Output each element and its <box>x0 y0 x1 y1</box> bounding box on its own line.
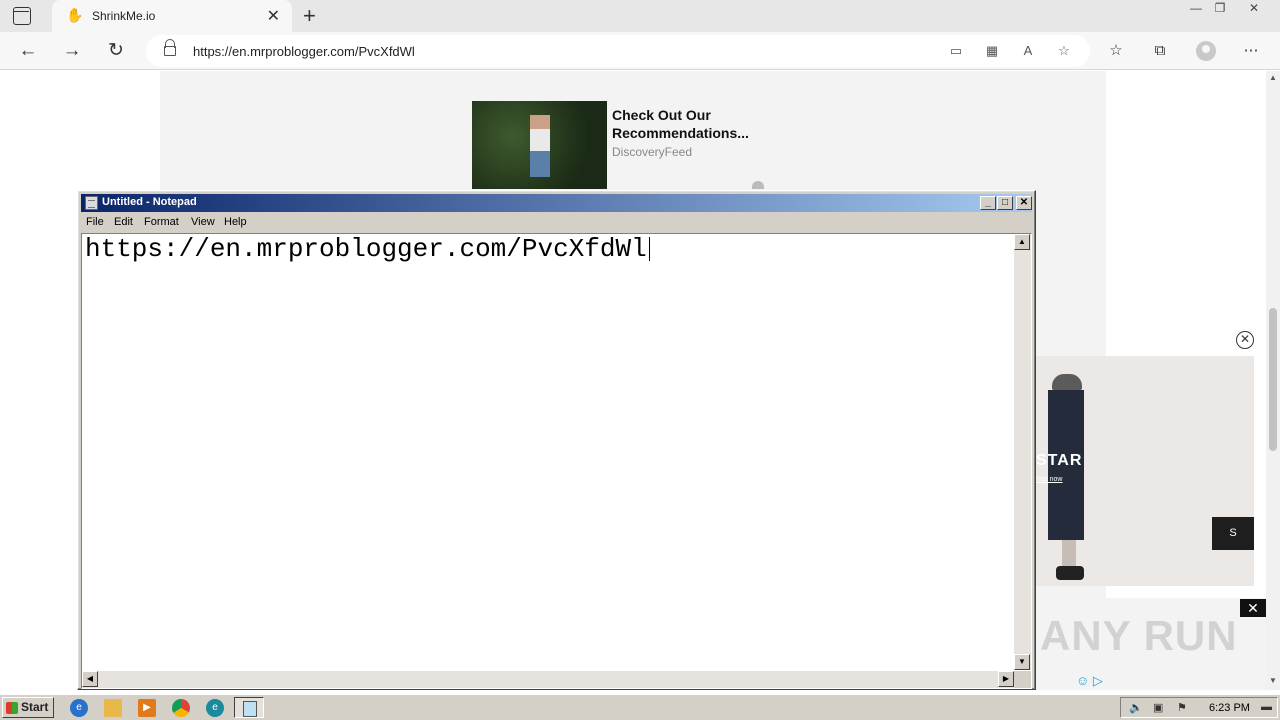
clock[interactable]: 6:23 PM <box>1209 702 1250 714</box>
notepad-scroll-up-icon[interactable]: ▲ <box>1014 234 1030 250</box>
ad-headline[interactable]: Check Out Our Recommendations... <box>612 106 782 142</box>
scroll-up-icon[interactable]: ▲ <box>1266 73 1280 85</box>
collections-icon[interactable]: ⧉ <box>1149 40 1171 62</box>
app-available-icon[interactable]: ▭ <box>946 41 966 61</box>
taskbar: Start e ▶ e 🔈 ▣ ⚑ 6:23 PM ▬ <box>0 694 1280 720</box>
notepad-close-button[interactable]: ✕ <box>1016 196 1032 210</box>
edge-icon[interactable]: e <box>206 699 224 717</box>
notepad-text-area[interactable]: https://en.mrproblogger.com/PvcXfdWl ▲ ▼… <box>81 233 1032 689</box>
start-button[interactable]: Start <box>2 697 54 718</box>
new-tab-button[interactable]: + <box>303 3 316 29</box>
refresh-icon[interactable]: ↻ <box>103 38 129 64</box>
notepad-horizontal-scrollbar[interactable]: ◀ ▶ <box>82 671 1014 688</box>
tab-strip: ✋ ShrinkMe.io ✕ + — ❐ ✕ <box>0 0 1280 32</box>
flag-icon[interactable]: ⚑ <box>1177 701 1187 714</box>
notepad-vertical-scrollbar[interactable]: ▲ ▼ <box>1014 234 1031 670</box>
address-url[interactable]: https://en.mrproblogger.com/PvcXfdWl <box>193 44 415 59</box>
add-favorite-icon[interactable]: ☆ <box>1054 41 1074 61</box>
ad-choices-icon[interactable] <box>752 181 764 189</box>
favorites-icon[interactable]: ☆ <box>1105 40 1127 62</box>
side-ad-next-button[interactable]: S <box>1212 517 1254 550</box>
browser-tab[interactable]: ✋ ShrinkMe.io ✕ <box>52 0 292 32</box>
extensions-grid-icon[interactable]: ▦ <box>982 41 1002 61</box>
page-scrollbar[interactable]: ▲ ▼ <box>1266 71 1280 690</box>
browser-toolbar: ← → ↻ https://en.mrproblogger.com/PvcXfd… <box>0 32 1280 70</box>
notepad-content[interactable]: https://en.mrproblogger.com/PvcXfdWl <box>85 234 647 264</box>
side-ad-shop-link[interactable]: hop now <box>1036 476 1062 483</box>
menu-help[interactable]: Help <box>224 216 247 228</box>
tab-actions-icon[interactable] <box>13 7 31 25</box>
close-window-button[interactable]: ✕ <box>1242 1 1266 17</box>
side-ad-close-icon[interactable]: ✕ <box>1236 331 1254 349</box>
menu-edit[interactable]: Edit <box>114 216 133 228</box>
profile-icon[interactable] <box>1196 41 1216 61</box>
menu-format[interactable]: Format <box>144 216 179 228</box>
ad-image[interactable] <box>472 101 607 189</box>
ad-info-icons[interactable]: ☺ ▷ <box>1076 673 1103 689</box>
volume-icon[interactable]: 🔈 <box>1129 701 1143 714</box>
show-desktop-icon[interactable]: ▬ <box>1261 701 1272 713</box>
restore-button[interactable]: ❐ <box>1208 1 1232 17</box>
back-icon[interactable]: ← <box>15 38 41 64</box>
media-player-icon[interactable]: ▶ <box>138 699 156 717</box>
chrome-icon[interactable] <box>172 699 190 717</box>
screen: ✋ ShrinkMe.io ✕ + — ❐ ✕ ← → ↻ https://en… <box>0 0 1280 720</box>
bottom-ad-close-icon[interactable]: ✕ <box>1240 599 1266 617</box>
anyrun-watermark: ANY RUN <box>1040 612 1238 659</box>
lock-icon[interactable] <box>164 39 176 56</box>
tab-close-button[interactable]: ✕ <box>267 6 280 26</box>
menu-file[interactable]: File <box>86 216 104 228</box>
side-ad[interactable]: STAR hop now S <box>1036 356 1254 586</box>
menu-view[interactable]: View <box>191 216 215 228</box>
notepad-window: Untitled - Notepad _ □ ✕ File Edit Forma… <box>77 190 1036 690</box>
notepad-titlebar[interactable]: Untitled - Notepad _ □ ✕ <box>81 194 1032 212</box>
resize-grip[interactable] <box>1014 671 1031 688</box>
system-tray: 🔈 ▣ ⚑ 6:23 PM ▬ <box>1120 697 1278 718</box>
tab-title: ShrinkMe.io <box>92 9 156 23</box>
notepad-maximize-button[interactable]: □ <box>997 196 1013 210</box>
start-label: Start <box>21 700 49 714</box>
notepad-scroll-right-icon[interactable]: ▶ <box>998 671 1014 687</box>
taskbar-notepad-button[interactable] <box>234 697 264 718</box>
more-icon[interactable]: ⋯ <box>1240 40 1262 62</box>
minimize-button[interactable]: — <box>1184 1 1208 17</box>
windows-logo-icon <box>6 702 18 714</box>
notepad-scroll-down-icon[interactable]: ▼ <box>1014 654 1030 670</box>
network-icon[interactable]: ▣ <box>1153 701 1163 714</box>
side-ad-brand: STAR <box>1036 452 1083 469</box>
address-bar[interactable]: https://en.mrproblogger.com/PvcXfdWl ▭ ▦… <box>146 35 1090 67</box>
ie-icon[interactable]: e <box>70 699 88 717</box>
notepad-menubar: File Edit Format View Help <box>81 213 1032 231</box>
scroll-down-icon[interactable]: ▼ <box>1266 676 1280 688</box>
explorer-folder-icon[interactable] <box>104 699 122 717</box>
notepad-title: Untitled - Notepad <box>102 196 197 208</box>
notepad-icon <box>85 196 98 210</box>
ad-source: DiscoveryFeed <box>612 145 693 159</box>
ad-card[interactable]: Check Out Our Recommendations... Discove… <box>472 101 792 189</box>
read-aloud-icon[interactable]: A <box>1018 41 1038 61</box>
forward-icon[interactable]: → <box>59 38 85 64</box>
text-caret <box>648 237 650 262</box>
tab-favicon-icon: ✋ <box>66 7 84 23</box>
scroll-thumb[interactable] <box>1269 308 1277 451</box>
notepad-minimize-button[interactable]: _ <box>980 196 996 210</box>
notepad-scroll-left-icon[interactable]: ◀ <box>82 671 98 687</box>
